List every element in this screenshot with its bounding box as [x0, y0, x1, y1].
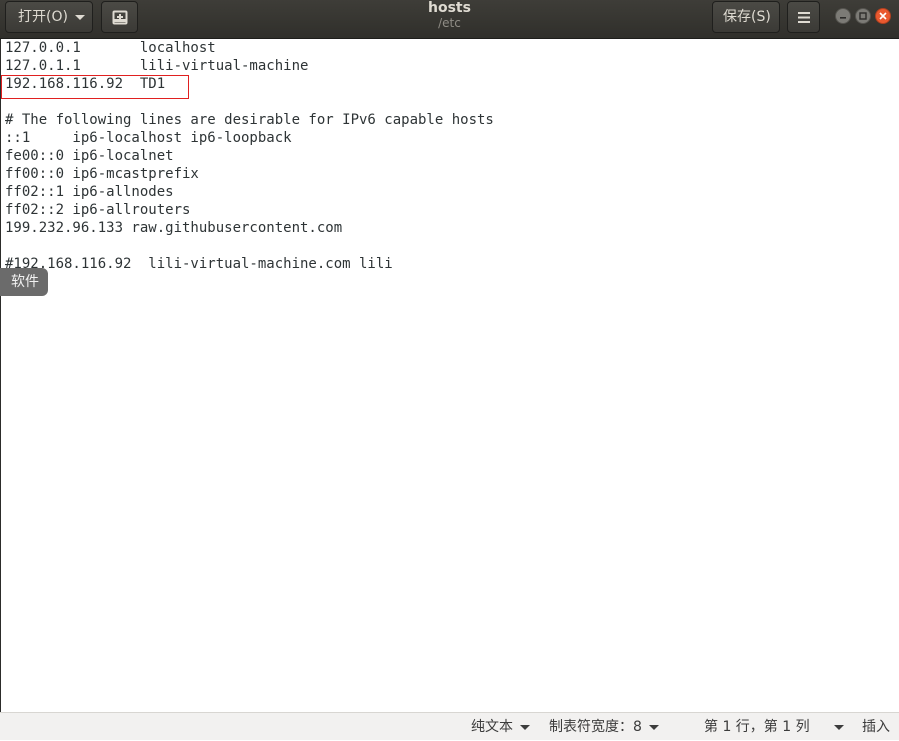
language-selector[interactable]: 纯文本 — [471, 713, 530, 741]
language-label: 纯文本 — [471, 719, 513, 735]
minimize-icon — [840, 17, 846, 19]
close-button[interactable] — [875, 8, 891, 24]
tooltip: 软件 — [0, 268, 48, 296]
tab-width-selector[interactable]: 制表符宽度：8 — [549, 713, 659, 741]
caret-down-icon — [648, 724, 659, 730]
minimize-button[interactable] — [835, 8, 851, 24]
editor-line: ::1 ip6-localhost ip6-loopback — [5, 130, 292, 146]
menu-button[interactable] — [787, 1, 820, 33]
cursor-position-label: 第 1 行，第 1 列 — [704, 719, 810, 735]
hamburger-menu-icon — [798, 12, 810, 23]
save-button-label: 保存(S) — [723, 9, 771, 25]
editor-line: 199.232.96.133 raw.githubusercontent.com — [5, 220, 343, 236]
caret-down-icon — [520, 724, 530, 730]
cursor-position-selector[interactable]: 第 1 行，第 1 列 — [704, 713, 844, 741]
insert-mode-label: 插入 — [862, 719, 890, 735]
header-bar: 打开(O) hosts /etc 保存(S) — [0, 0, 899, 39]
editor-line: fe00::0 ip6-localnet — [5, 148, 174, 164]
save-button[interactable]: 保存(S) — [712, 1, 780, 33]
status-bar: 纯文本 制表符宽度：8 第 1 行，第 1 列 插入 — [0, 712, 899, 740]
editor-line: ff02::1 ip6-allnodes — [5, 184, 174, 200]
editor-line: ff02::2 ip6-allrouters — [5, 202, 191, 218]
editor-line: #192.168.116.92 lili-virtual-machine.com… — [5, 256, 393, 272]
insert-mode-indicator: 插入 — [862, 713, 890, 741]
editor-line: 127.0.1.1 lili-virtual-machine — [5, 58, 309, 74]
caret-down-icon — [833, 724, 844, 730]
maximize-button[interactable] — [855, 8, 871, 24]
maximize-icon — [859, 12, 867, 20]
highlight-box — [1, 75, 189, 99]
text-editor[interactable]: 127.0.0.1 localhost 127.0.1.1 lili-virtu… — [0, 39, 899, 712]
close-icon — [879, 12, 887, 20]
tab-width-label: 制表符宽度：8 — [549, 719, 642, 735]
editor-line: ff00::0 ip6-mcastprefix — [5, 166, 199, 182]
editor-line: # The following lines are desirable for … — [5, 112, 494, 128]
editor-line: 127.0.0.1 localhost — [5, 40, 216, 56]
